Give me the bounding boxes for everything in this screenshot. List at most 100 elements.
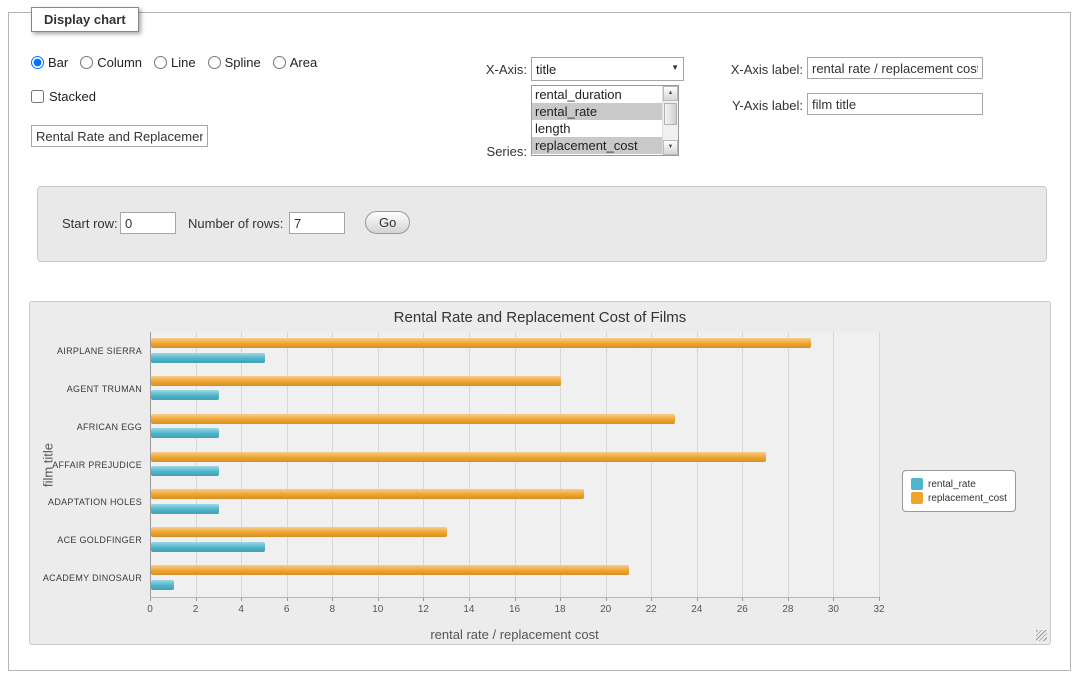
bar-replacement_cost <box>151 452 766 462</box>
y-axis-label-input[interactable] <box>807 93 983 115</box>
bar-rental_rate <box>151 580 174 590</box>
radio-spline[interactable] <box>208 56 221 69</box>
legend-swatch-replacement_cost <box>911 492 923 504</box>
category-label: ACE GOLDFINGER <box>30 535 142 546</box>
series-listbox[interactable]: rental_durationrental_ratelengthreplacem… <box>531 85 679 156</box>
x-tick-label: 14 <box>463 604 474 615</box>
bar-rental_rate <box>151 390 219 400</box>
x-tick-label: 28 <box>782 604 793 615</box>
chart-title-input[interactable] <box>31 125 208 147</box>
gridline <box>287 332 288 597</box>
x-tick-label: 26 <box>737 604 748 615</box>
radio-label: Bar <box>48 55 68 70</box>
category-label: AFRICAN EGG <box>30 422 142 433</box>
x-axis-select[interactable]: title <box>531 57 684 81</box>
radio-label: Spline <box>225 55 261 70</box>
fieldset-legend-label: Display chart <box>44 12 126 27</box>
chart-type-option-spline[interactable]: Spline <box>208 55 261 70</box>
gridline <box>423 332 424 597</box>
stacked-row: Stacked <box>31 89 96 104</box>
start-row-input[interactable] <box>120 212 176 234</box>
start-row-label: Start row: <box>62 216 118 231</box>
gridline <box>697 332 698 597</box>
bar-replacement_cost <box>151 489 584 499</box>
series-listbox-items: rental_durationrental_ratelengthreplacem… <box>532 86 663 155</box>
x-axis-select-label: X-Axis: <box>429 62 527 77</box>
legend-label: rental_rate <box>928 479 976 490</box>
gridline <box>241 332 242 597</box>
display-chart-fieldset: Display chart Bar Column Line Spline Area St… <box>8 12 1071 671</box>
radio-label: Area <box>290 55 317 70</box>
x-tick-label: 8 <box>329 604 335 615</box>
chart-type-option-column[interactable]: Column <box>80 55 142 70</box>
gridline <box>833 332 834 597</box>
radio-label: Line <box>171 55 196 70</box>
row-range-panel: Start row: Number of rows: Go <box>37 186 1047 262</box>
x-tick-label: 4 <box>238 604 244 615</box>
scroll-down-icon[interactable]: ▼ <box>663 140 678 155</box>
radio-bar[interactable] <box>31 56 44 69</box>
series-option-rental_duration[interactable]: rental_duration <box>532 86 663 103</box>
y-axis-title: film title <box>41 442 56 486</box>
series-option-length[interactable]: length <box>532 120 663 137</box>
radio-column[interactable] <box>80 56 93 69</box>
bar-rental_rate <box>151 542 265 552</box>
x-tick-label: 32 <box>873 604 884 615</box>
x-tick-label: 22 <box>646 604 657 615</box>
chart-type-option-line[interactable]: Line <box>154 55 196 70</box>
chart-type-option-bar[interactable]: Bar <box>31 55 68 70</box>
bar-replacement_cost <box>151 565 629 575</box>
x-tick-label: 10 <box>372 604 383 615</box>
legend-item-rental_rate[interactable]: rental_rate <box>911 478 1007 490</box>
series-option-rental_rate[interactable]: rental_rate <box>532 103 663 120</box>
gridline <box>879 332 880 597</box>
number-of-rows-input[interactable] <box>289 212 345 234</box>
bar-replacement_cost <box>151 527 447 537</box>
chart: Rental Rate and Replacement Cost of Film… <box>29 301 1051 645</box>
gridline <box>788 332 789 597</box>
category-label: AGENT TRUMAN <box>30 384 142 395</box>
resize-handle-icon[interactable] <box>1036 630 1047 641</box>
go-button[interactable]: Go <box>365 211 410 234</box>
bar-rental_rate <box>151 353 265 363</box>
x-tick-label: 16 <box>509 604 520 615</box>
stacked-checkbox[interactable] <box>31 90 44 103</box>
chart-title: Rental Rate and Replacement Cost of Film… <box>30 309 1050 326</box>
legend-item-replacement_cost[interactable]: replacement_cost <box>911 492 1007 504</box>
chart-legend: rental_rate replacement_cost <box>902 470 1016 512</box>
gridline <box>606 332 607 597</box>
x-tick-label: 2 <box>193 604 199 615</box>
bar-replacement_cost <box>151 338 811 348</box>
stacked-label: Stacked <box>49 89 96 104</box>
scroll-up-icon[interactable]: ▲ <box>663 86 678 101</box>
y-axis-line <box>150 332 151 597</box>
bar-rental_rate <box>151 466 219 476</box>
x-tick-label: 0 <box>147 604 153 615</box>
scroll-thumb[interactable] <box>664 103 677 125</box>
bar-replacement_cost <box>151 414 675 424</box>
gridline <box>651 332 652 597</box>
radio-area[interactable] <box>273 56 286 69</box>
x-axis-line <box>150 597 879 598</box>
x-tick-label: 18 <box>555 604 566 615</box>
gridline <box>560 332 561 597</box>
x-axis-label-field-label: X-Axis label: <box>709 62 803 77</box>
gridline <box>742 332 743 597</box>
x-tick-label: 30 <box>828 604 839 615</box>
x-tick-label: 24 <box>691 604 702 615</box>
series-option-replacement_cost[interactable]: replacement_cost <box>532 137 663 154</box>
series-listbox-scrollbar[interactable]: ▲ ▼ <box>662 86 678 155</box>
category-label: AIRPLANE SIERRA <box>30 346 142 357</box>
gridline <box>469 332 470 597</box>
series-select-label: Series: <box>429 144 527 159</box>
chart-type-radios: Bar Column Line Spline Area <box>31 55 329 70</box>
bar-rental_rate <box>151 428 219 438</box>
x-axis-label-input[interactable] <box>807 57 983 79</box>
x-tick-label: 20 <box>600 604 611 615</box>
radio-line[interactable] <box>154 56 167 69</box>
gridline <box>332 332 333 597</box>
chart-type-option-area[interactable]: Area <box>273 55 317 70</box>
gridline <box>196 332 197 597</box>
bar-replacement_cost <box>151 376 561 386</box>
bar-rental_rate <box>151 504 219 514</box>
